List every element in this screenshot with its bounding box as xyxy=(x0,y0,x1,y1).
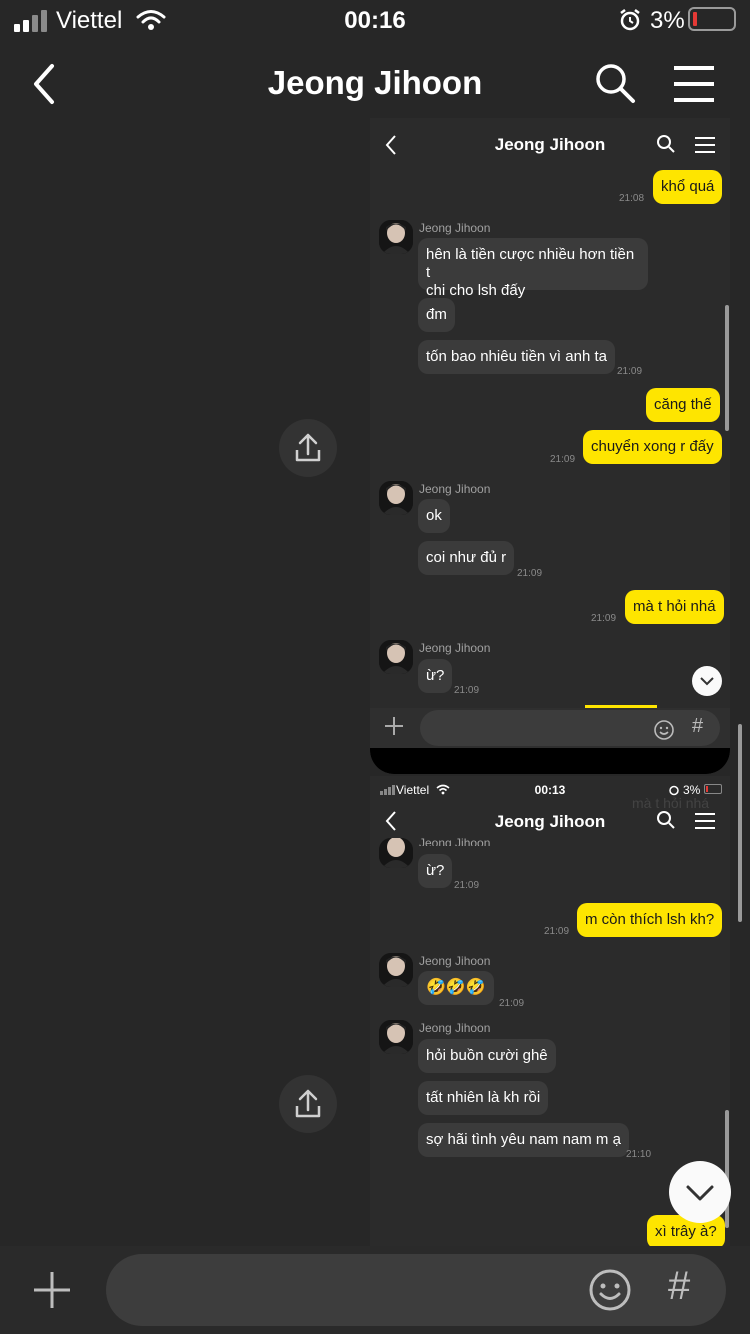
menu-icon[interactable] xyxy=(672,64,716,104)
input-bar: # xyxy=(0,1246,750,1334)
screenshot-title: Jeong Jihoon xyxy=(494,812,606,831)
incoming-message: sợ hãi tình yêu nam nam m ạ xyxy=(418,1123,629,1157)
scroll-down-button xyxy=(692,666,722,696)
status-bar: Viettel 00:16 3% xyxy=(0,0,750,40)
sender-name: Jeong Jihoon xyxy=(419,641,491,655)
shared-screenshot-1: Jeong Jihoon 21:08 khổ quá Jeong Jihoon … xyxy=(370,118,730,774)
message-time: 21:09 xyxy=(544,926,570,937)
message-time: 21:09 xyxy=(499,998,525,1009)
share-button[interactable] xyxy=(279,1075,337,1133)
scrollbar[interactable] xyxy=(725,305,729,431)
screenshot-title: Jeong Jihoon xyxy=(494,135,606,154)
incoming-message: hỏi buồn cười ghê xyxy=(418,1039,556,1073)
search-icon xyxy=(657,811,675,829)
sender-name: Jeong Jihoon xyxy=(419,836,491,846)
sender-name: Jeong Jihoon xyxy=(419,221,491,235)
message-time: 21:10 xyxy=(626,1149,652,1160)
incoming-message: tất nhiên là kh rồi xyxy=(418,1081,549,1115)
message-time: 21:09 xyxy=(454,685,480,696)
battery-percent: 3% xyxy=(650,7,685,34)
incoming-message: ok xyxy=(418,499,450,533)
avatar xyxy=(379,640,413,674)
alarm-icon xyxy=(620,9,640,31)
search-icon[interactable] xyxy=(594,62,636,104)
screenshot-input: # xyxy=(420,710,720,746)
incoming-message: hên là tiền cược nhiều hơn tiền t chi ch… xyxy=(418,238,648,299)
message-time: 21:09 xyxy=(550,454,576,465)
message-time: 21:08 xyxy=(619,193,645,204)
chevron-down-icon xyxy=(700,677,714,686)
share-icon xyxy=(295,1089,321,1118)
share-icon xyxy=(295,433,321,462)
avatar xyxy=(379,838,413,868)
message-time: 21:09 xyxy=(517,568,543,579)
chat-title: Jeong Jihoon xyxy=(267,64,483,101)
hashtag-icon: # xyxy=(692,715,704,737)
incoming-message: 🤣🤣🤣 xyxy=(418,971,494,1005)
outgoing-message: m còn thích lsh kh? xyxy=(577,903,723,937)
message-time: 21:09 xyxy=(591,613,617,624)
avatar xyxy=(379,953,413,987)
sender-name: Jeong Jihoon xyxy=(419,1021,491,1035)
incoming-message: ừ? xyxy=(418,854,453,888)
battery-icon xyxy=(688,7,736,31)
emoji-icon[interactable] xyxy=(588,1268,632,1312)
scrollbar[interactable] xyxy=(738,724,742,922)
avatar xyxy=(379,481,413,515)
chevron-down-icon xyxy=(686,1185,714,1201)
avatar xyxy=(379,1020,413,1054)
emoji-icon xyxy=(654,720,674,740)
incoming-message: ừ? xyxy=(418,659,453,693)
battery-icon xyxy=(704,784,722,794)
outgoing-message: căng thế xyxy=(646,388,720,422)
menu-icon xyxy=(695,137,715,153)
avatar xyxy=(379,220,413,254)
message-time: 21:09 xyxy=(617,366,643,377)
sender-name: Jeong Jihoon xyxy=(419,482,491,496)
ghost-message: mà t hỏi nhá xyxy=(632,795,710,811)
message-time: 21:09 xyxy=(454,880,480,891)
message-line-1: hên là tiền cược nhiều hơn tiền t xyxy=(426,246,635,281)
sender-name: Jeong Jihoon xyxy=(419,954,491,968)
incoming-message: coi như đủ r xyxy=(418,541,515,575)
plus-icon xyxy=(385,717,403,735)
outgoing-message: chuyển xong r đấy xyxy=(583,430,722,464)
plus-icon[interactable] xyxy=(32,1270,72,1310)
screenshot-input-bar: # xyxy=(370,708,730,748)
outgoing-message: mà t hỏi nhá xyxy=(625,590,724,624)
scroll-down-button[interactable] xyxy=(669,1161,731,1223)
message-line-2: chi cho lsh đấy xyxy=(426,282,526,299)
menu-icon xyxy=(695,813,715,829)
outgoing-message: khổ quá xyxy=(653,170,723,204)
message-input[interactable]: # xyxy=(106,1254,726,1326)
incoming-message: đm xyxy=(418,298,455,332)
share-button[interactable] xyxy=(279,419,337,477)
search-icon xyxy=(657,135,675,153)
screenshot-bottom xyxy=(370,748,730,774)
hashtag-icon[interactable]: # xyxy=(668,1264,690,1309)
incoming-message: tốn bao nhiêu tiền vì anh ta xyxy=(418,340,615,374)
